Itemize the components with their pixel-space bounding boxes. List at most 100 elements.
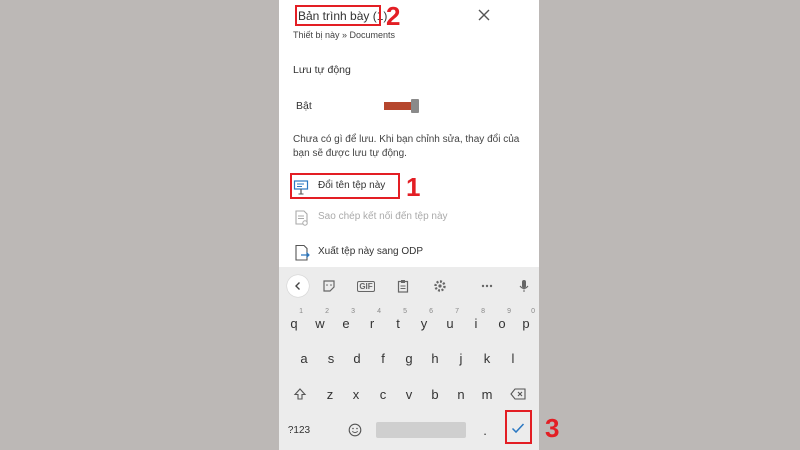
key-hint: 1 [299, 308, 303, 315]
export-odp-label: Xuất tệp này sang ODP [318, 246, 424, 257]
annotation-box-title [295, 5, 381, 26]
export-odp-item[interactable]: Xuất tệp này sang ODP [291, 242, 531, 264]
key-label: c [379, 386, 387, 402]
key-i[interactable]: i8 [463, 308, 489, 337]
key-label: r [369, 315, 375, 331]
annotation-number-3: 3 [545, 413, 560, 443]
shift-icon [293, 388, 307, 400]
key-r[interactable]: r4 [359, 308, 385, 337]
key-label: j [459, 350, 463, 366]
key-l[interactable]: l [500, 344, 526, 372]
key-h[interactable]: h [422, 344, 448, 372]
space-bar[interactable] [376, 422, 466, 438]
key-hint: 0 [531, 308, 535, 315]
key-hint: 9 [507, 308, 511, 315]
emoji-key[interactable] [341, 416, 369, 444]
key-v[interactable]: v [396, 380, 422, 408]
key-label: g [405, 350, 413, 366]
key-b[interactable]: b [422, 380, 448, 408]
key-label: x [352, 386, 360, 402]
key-hint: 6 [429, 308, 433, 315]
keyboard-toolbar: GIF [279, 267, 539, 305]
key-label: p [522, 315, 530, 331]
key-hint: 3 [351, 308, 355, 315]
gif-button[interactable]: GIF [355, 275, 377, 297]
annotation-number-2: 2 [386, 1, 401, 31]
soft-keyboard: GIF q1 w2 e3 r4 t5 y6 u7 i8 o9 p 0 a s d… [279, 267, 539, 450]
key-label: m [481, 386, 493, 402]
more-icon[interactable] [476, 275, 498, 297]
app-screen: Bản trình bày (1) Thiết bị này » Documen… [279, 0, 539, 450]
key-n[interactable]: n [448, 380, 474, 408]
key-label: b [431, 386, 439, 402]
key-hint: 7 [455, 308, 459, 315]
key-u[interactable]: u7 [437, 308, 463, 337]
microphone-icon[interactable] [513, 275, 535, 297]
key-label: w [315, 315, 325, 331]
key-s[interactable]: s [318, 344, 344, 372]
shift-key[interactable] [285, 380, 315, 408]
gif-label: GIF [357, 280, 375, 292]
copy-link-label: Sao chép kết nối đến tệp này [318, 211, 448, 222]
key-e[interactable]: e3 [333, 308, 359, 337]
key-p[interactable]: p0 [513, 308, 539, 337]
key-y[interactable]: y6 [411, 308, 437, 337]
key-label: a [300, 350, 308, 366]
key-label: d [353, 350, 361, 366]
key-label: k [483, 350, 491, 366]
clipboard-icon[interactable] [392, 275, 414, 297]
key-hint: 4 [377, 308, 381, 315]
backspace-key[interactable] [503, 380, 533, 408]
key-g[interactable]: g [396, 344, 422, 372]
sticker-icon[interactable] [318, 275, 340, 297]
symbols-key[interactable]: ?123 [283, 416, 315, 444]
key-label: z [326, 386, 334, 402]
key-o[interactable]: o9 [489, 308, 515, 337]
autosave-toggle-label: Bật [296, 100, 312, 112]
key-label: q [290, 315, 298, 331]
key-k[interactable]: k [474, 344, 500, 372]
key-label: e [342, 315, 350, 331]
key-label: u [446, 315, 454, 331]
key-c[interactable]: c [370, 380, 396, 408]
key-x[interactable]: x [343, 380, 369, 408]
key-label: f [381, 350, 385, 366]
toggle-thumb [411, 99, 419, 113]
gear-icon[interactable] [429, 275, 451, 297]
key-j[interactable]: j [448, 344, 474, 372]
annotation-box-enter [505, 410, 532, 444]
period-key[interactable]: . [475, 416, 495, 444]
autosave-heading: Lưu tự động [293, 64, 351, 76]
key-label: t [396, 315, 400, 331]
key-label: s [327, 350, 335, 366]
key-t[interactable]: t5 [385, 308, 411, 337]
annotation-box-rename [290, 173, 400, 199]
key-label: n [457, 386, 465, 402]
breadcrumb: Thiết bị này » Documents [293, 30, 396, 40]
backspace-icon [510, 388, 526, 400]
close-icon[interactable] [475, 6, 493, 24]
chevron-left-icon[interactable] [287, 275, 309, 297]
autosave-description: Chưa có gì để lưu. Khi bạn chỉnh sửa, th… [293, 134, 520, 159]
key-label: l [511, 350, 515, 366]
key-a[interactable]: a [291, 344, 317, 372]
copy-link-item: Sao chép kết nối đến tệp này [291, 207, 531, 229]
key-z[interactable]: z [317, 380, 343, 408]
key-hint: 5 [403, 308, 407, 315]
period-key-label: . [483, 422, 487, 438]
copy-link-icon [293, 209, 311, 227]
autosave-toggle[interactable] [384, 99, 420, 113]
key-label: i [474, 315, 478, 331]
annotation-number-1: 1 [406, 172, 421, 202]
key-d[interactable]: d [344, 344, 370, 372]
key-hint: 8 [481, 308, 485, 315]
key-m[interactable]: m [474, 380, 500, 408]
key-f[interactable]: f [370, 344, 396, 372]
export-icon [293, 244, 311, 262]
key-label: o [498, 315, 506, 331]
key-hint: 2 [325, 308, 329, 315]
key-q[interactable]: q1 [281, 308, 307, 337]
key-w[interactable]: w2 [307, 308, 333, 337]
key-label: h [431, 350, 439, 366]
key-label: y [420, 315, 428, 331]
